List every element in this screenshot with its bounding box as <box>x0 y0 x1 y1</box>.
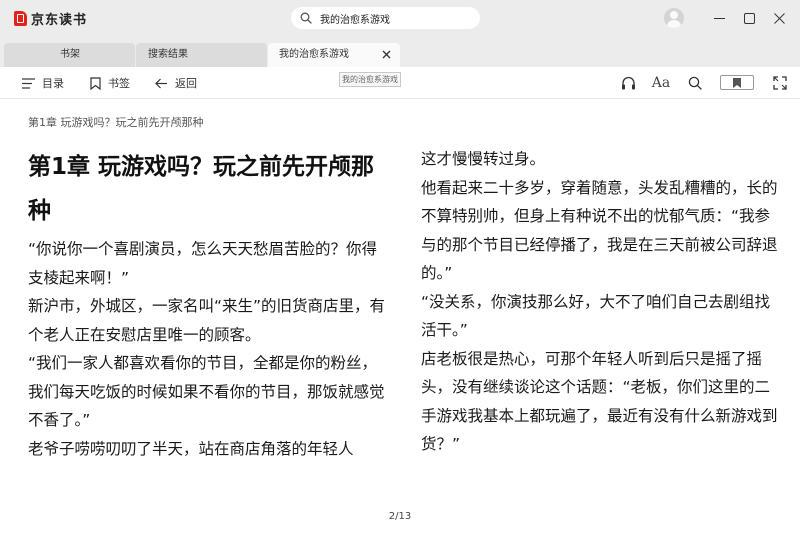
paragraph: 新沪市，外城区，一家名叫“来生”的旧货商店里，有个老人正在安慰店里唯一的顾客。 <box>28 297 386 344</box>
user-avatar[interactable] <box>664 8 684 28</box>
jd-logo-icon <box>14 11 27 26</box>
bookmark-toggle-icon <box>733 77 741 88</box>
arrow-left-icon <box>155 78 167 88</box>
font-settings-button[interactable]: Aa <box>652 75 670 91</box>
paragraph: 这才慢慢转过身。 <box>421 150 546 168</box>
toc-button[interactable]: 目录 <box>22 67 64 99</box>
tab-current-book[interactable]: 我的治愈系游戏 <box>268 43 400 67</box>
close-icon <box>773 12 785 24</box>
tab-label: 书架 <box>60 49 80 60</box>
search-icon <box>688 76 702 90</box>
font-size-icon: Aa <box>651 75 671 91</box>
maximize-button[interactable] <box>734 0 764 36</box>
fullscreen-icon <box>773 76 787 90</box>
toc-label: 目录 <box>42 77 64 90</box>
app-name: 京东读书 <box>31 13 88 28</box>
in-book-search-button[interactable] <box>687 75 703 91</box>
search-input[interactable] <box>320 12 470 24</box>
tab-bar: 书架 搜索结果 我的治愈系游戏 <box>0 36 800 67</box>
app-logo: 京东读书 <box>14 9 87 28</box>
list-icon <box>22 77 35 89</box>
page-column-right: 这才慢慢转过身。 他看起来二十多岁，穿着随意，头发乱糟糟的，长的不算特别帅，但身… <box>421 145 781 459</box>
tab-bookshelf[interactable]: 书架 <box>4 43 135 67</box>
page-indicator: 2/13 <box>388 511 412 522</box>
search-box[interactable] <box>291 7 480 29</box>
reader-toolbar: 目录 书签 返回 我的治愈系游戏 Aa <box>0 67 800 99</box>
back-button[interactable]: 返回 <box>155 67 197 99</box>
bookmark-button[interactable]: 书签 <box>90 67 130 99</box>
tab-search-results[interactable]: 搜索结果 <box>136 43 267 67</box>
tab-label: 搜索结果 <box>148 49 188 60</box>
maximize-icon <box>743 12 755 24</box>
title-bar: 京东读书 <box>0 0 800 36</box>
paragraph: 他看起来二十多岁，穿着随意，头发乱糟糟的，长的不算特别帅，但身上有种说不出的忧郁… <box>421 178 778 283</box>
chapter-title: 第1章 玩游戏吗？玩之前先开颅那种 <box>28 154 375 224</box>
minimize-icon <box>713 17 725 19</box>
paragraph: 店老板很是热心，可那个年轻人听到后只是摇了摇头，没有继续谈论这个话题：“老板，你… <box>421 349 778 454</box>
add-bookmark-button[interactable] <box>720 75 754 90</box>
paragraph: 老爷子唠唠叨叨了半天，站在商店角落的年轻人 <box>28 439 354 458</box>
close-window-button[interactable] <box>764 0 794 36</box>
headphones-icon <box>621 76 635 90</box>
page-column-left: 第1章 玩游戏吗？玩之前先开颅那种 “你说你一个喜剧演员，怎么天天愁眉苦脸的？你… <box>28 145 388 463</box>
tab-close-icon[interactable] <box>381 49 392 60</box>
paragraph: “没关系，你演技那么好，大不了咱们自己去剧组找活干。” <box>421 292 771 340</box>
paragraph: “你说你一个喜剧演员，怎么天天愁眉苦脸的？你得支棱起来啊！” <box>28 240 378 287</box>
back-label: 返回 <box>175 77 197 90</box>
tab-label: 我的治愈系游戏 <box>279 49 349 60</box>
fullscreen-button[interactable] <box>772 75 788 91</box>
chapter-breadcrumb: 第1章 玩游戏吗？玩之前先开颅那种 <box>28 116 204 129</box>
paragraph: “我们一家人都喜欢看你的节目，全都是你的粉丝，我们每天吃饭的时候如果不看你的节目… <box>28 354 385 429</box>
search-icon <box>300 12 312 24</box>
title-tooltip: 我的治愈系游戏 <box>339 72 401 87</box>
minimize-button[interactable] <box>704 0 734 36</box>
bookmark-icon <box>90 76 101 90</box>
bookmark-label: 书签 <box>108 77 130 90</box>
audio-button[interactable] <box>620 75 636 91</box>
